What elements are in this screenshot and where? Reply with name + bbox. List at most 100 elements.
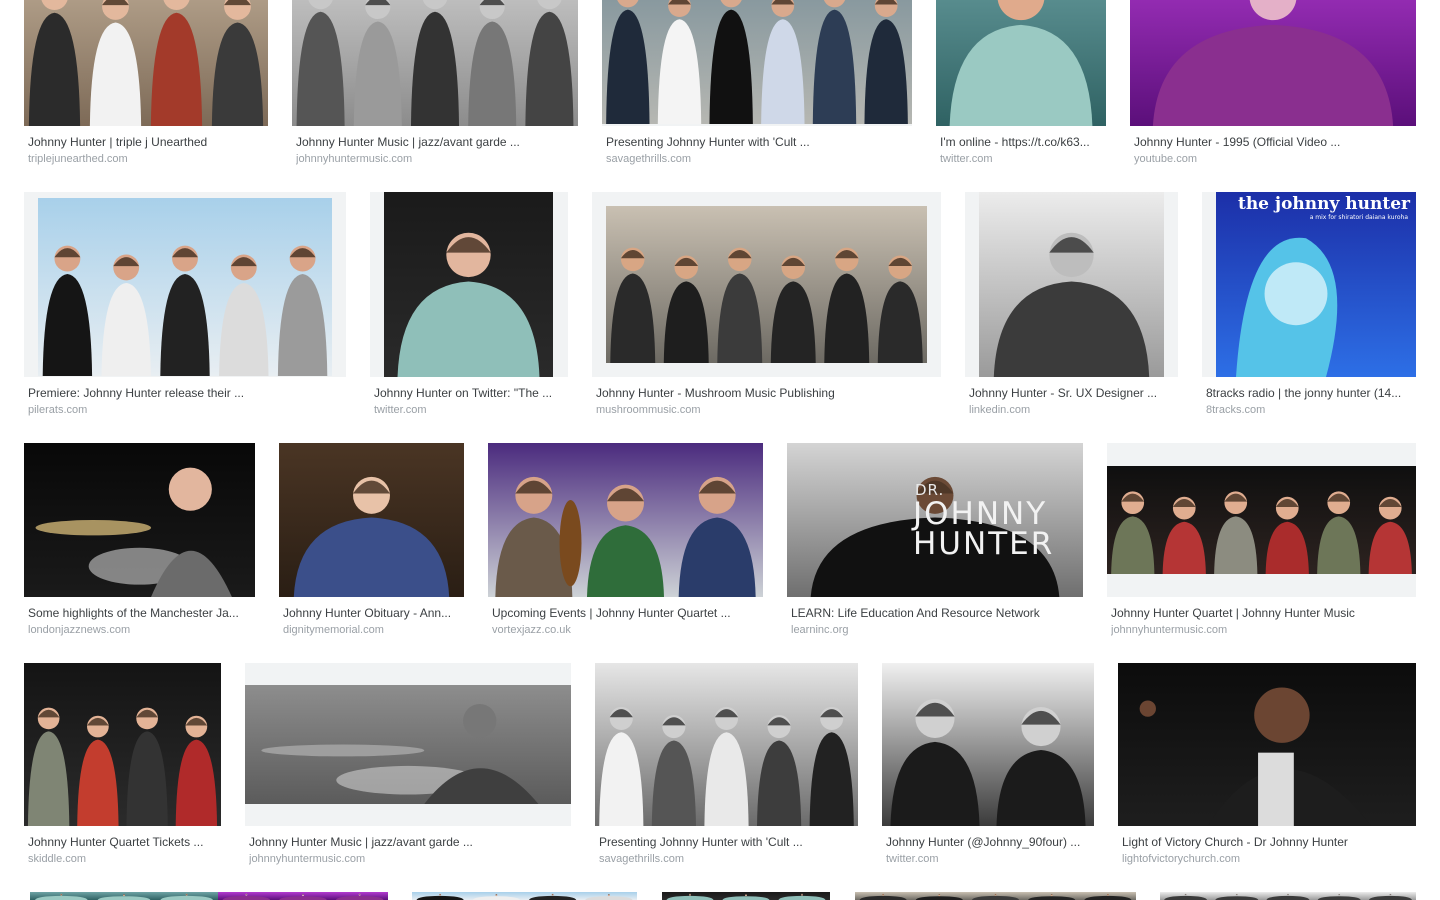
result-title-link[interactable]: Johnny Hunter Obituary - Ann...: [283, 605, 460, 621]
thumbnail-image[interactable]: [24, 443, 255, 597]
thumbnail-image[interactable]: the johnny hunter a mix for shiratori dai…: [1216, 192, 1416, 377]
thumbnail-frame[interactable]: [24, 663, 221, 826]
thumbnail-image[interactable]: [488, 443, 763, 597]
image-result-tile[interactable]: Johnny Hunter - Sr. UX Designer ... linke…: [965, 192, 1178, 427]
thumbnail-image[interactable]: [1107, 466, 1416, 574]
result-source-domain[interactable]: pilerats.com: [28, 403, 342, 417]
thumbnail-frame[interactable]: [595, 663, 858, 826]
thumbnail-image[interactable]: [412, 892, 637, 900]
result-source-domain[interactable]: savagethrills.com: [606, 152, 908, 166]
result-source-domain[interactable]: skiddle.com: [28, 852, 217, 866]
result-title-link[interactable]: Johnny Hunter Quartet | Johnny Hunter Mu…: [1111, 605, 1412, 621]
thumbnail-frame[interactable]: [488, 443, 763, 597]
result-title-link[interactable]: 8tracks radio | the jonny hunter (14...: [1206, 385, 1412, 401]
image-result-tile[interactable]: Johnny Hunter - Mushroom Music Publishin…: [592, 192, 941, 427]
thumbnail-image[interactable]: [24, 663, 221, 826]
thumbnail-frame[interactable]: [24, 0, 268, 126]
thumbnail-frame[interactable]: [1118, 663, 1416, 826]
image-result-tile[interactable]: the johnny hunter a mix for shiratori dai…: [1202, 192, 1416, 427]
image-result-tile[interactable]: DR. JOHNNY HUNTER LEARN: Life Education And…: [787, 443, 1083, 647]
result-source-domain[interactable]: johnnyhuntermusic.com: [249, 852, 567, 866]
result-source-domain[interactable]: triplejunearthed.com: [28, 152, 264, 166]
thumbnail-image[interactable]: [218, 892, 388, 900]
image-result-tile[interactable]: Johnny Hunter - 1995 (Official Video ...…: [1130, 0, 1416, 176]
thumbnail-image[interactable]: [602, 0, 912, 124]
thumbnail-frame[interactable]: DR. JOHNNY HUNTER: [787, 443, 1083, 597]
image-result-tile[interactable]: Johnny Hunter Music | jazz/avant garde .…: [292, 0, 578, 176]
thumbnail-frame[interactable]: [592, 192, 941, 377]
result-source-domain[interactable]: twitter.com: [940, 152, 1102, 166]
result-title-link[interactable]: LEARN: Life Education And Resource Netwo…: [791, 605, 1079, 621]
result-title-link[interactable]: Johnny Hunter on Twitter: "The ...: [374, 385, 564, 401]
result-title-link[interactable]: Presenting Johnny Hunter with 'Cult ...: [606, 134, 908, 150]
thumbnail-image[interactable]: [595, 663, 858, 826]
image-result-tile[interactable]: [30, 892, 218, 900]
result-source-domain[interactable]: learninc.org: [791, 623, 1079, 637]
image-result-tile[interactable]: [218, 892, 388, 900]
thumbnail-frame[interactable]: [24, 192, 346, 377]
image-result-tile[interactable]: Johnny Hunter Quartet Tickets ... skiddle…: [24, 663, 221, 876]
thumbnail-image[interactable]: [662, 892, 830, 900]
thumbnail-frame[interactable]: [245, 663, 571, 826]
image-result-tile[interactable]: Premiere: Johnny Hunter release their ..…: [24, 192, 346, 427]
image-result-tile[interactable]: Presenting Johnny Hunter with 'Cult ... s…: [595, 663, 858, 876]
result-source-domain[interactable]: linkedin.com: [969, 403, 1174, 417]
image-result-tile[interactable]: Johnny Hunter on Twitter: "The ... twitte…: [370, 192, 568, 427]
result-source-domain[interactable]: vortexjazz.co.uk: [492, 623, 759, 637]
thumbnail-image[interactable]: DR. JOHNNY HUNTER: [787, 443, 1083, 597]
result-source-domain[interactable]: lightofvictorychurch.com: [1122, 852, 1412, 866]
thumbnail-image[interactable]: [245, 685, 571, 804]
thumbnail-image[interactable]: [38, 198, 332, 376]
thumbnail-frame[interactable]: the johnny hunter a mix for shiratori dai…: [1202, 192, 1416, 377]
thumbnail-frame[interactable]: [965, 192, 1178, 377]
thumbnail-frame[interactable]: [24, 443, 255, 597]
result-source-domain[interactable]: youtube.com: [1134, 152, 1412, 166]
image-result-tile[interactable]: [412, 892, 637, 900]
result-title-link[interactable]: Johnny Hunter (@Johnny_90four) ...: [886, 834, 1090, 850]
result-title-link[interactable]: Johnny Hunter | triple j Unearthed: [28, 134, 264, 150]
result-source-domain[interactable]: johnnyhuntermusic.com: [296, 152, 574, 166]
thumbnail-image[interactable]: [292, 0, 578, 126]
result-title-link[interactable]: Johnny Hunter Quartet Tickets ...: [28, 834, 217, 850]
thumbnail-image[interactable]: [606, 206, 927, 363]
thumbnail-frame[interactable]: [936, 0, 1106, 126]
result-title-link[interactable]: Premiere: Johnny Hunter release their ..…: [28, 385, 342, 401]
image-result-tile[interactable]: I'm online - https://t.co/k63... twitter.…: [936, 0, 1106, 176]
result-source-domain[interactable]: savagethrills.com: [599, 852, 854, 866]
result-title-link[interactable]: I'm online - https://t.co/k63...: [940, 134, 1102, 150]
result-source-domain[interactable]: mushroommusic.com: [596, 403, 937, 417]
result-source-domain[interactable]: londonjazznews.com: [28, 623, 251, 637]
thumbnail-frame[interactable]: [292, 0, 578, 126]
image-result-tile[interactable]: Johnny Hunter Quartet | Johnny Hunter Mu…: [1107, 443, 1416, 647]
thumbnail-image[interactable]: [24, 0, 268, 126]
result-source-domain[interactable]: twitter.com: [886, 852, 1090, 866]
image-result-tile[interactable]: Johnny Hunter (@Johnny_90four) ... twitte…: [882, 663, 1094, 876]
result-title-link[interactable]: Upcoming Events | Johnny Hunter Quartet …: [492, 605, 759, 621]
thumbnail-image[interactable]: [279, 443, 464, 597]
result-title-link[interactable]: Light of Victory Church - Dr Johnny Hunt…: [1122, 834, 1412, 850]
result-source-domain[interactable]: dignitymemorial.com: [283, 623, 460, 637]
thumbnail-image[interactable]: [30, 892, 218, 900]
image-result-tile[interactable]: Johnny Hunter Music | jazz/avant garde .…: [245, 663, 571, 876]
thumbnail-image[interactable]: [855, 892, 1136, 900]
thumbnail-image[interactable]: [979, 192, 1164, 377]
result-title-link[interactable]: Johnny Hunter Music | jazz/avant garde .…: [296, 134, 574, 150]
result-title-link[interactable]: Presenting Johnny Hunter with 'Cult ...: [599, 834, 854, 850]
thumbnail-image[interactable]: [384, 192, 553, 377]
thumbnail-frame[interactable]: [1107, 443, 1416, 597]
image-result-tile[interactable]: Some highlights of the Manchester Ja... l…: [24, 443, 255, 647]
thumbnail-image[interactable]: [1160, 892, 1416, 900]
image-result-tile[interactable]: Light of Victory Church - Dr Johnny Hunt…: [1118, 663, 1416, 876]
image-result-tile[interactable]: Johnny Hunter Obituary - Ann... dignityme…: [279, 443, 464, 647]
thumbnail-frame[interactable]: [602, 0, 912, 126]
image-result-tile[interactable]: [662, 892, 830, 900]
thumbnail-image[interactable]: [1118, 663, 1416, 826]
result-title-link[interactable]: Some highlights of the Manchester Ja...: [28, 605, 251, 621]
image-result-tile[interactable]: [1160, 892, 1416, 900]
result-title-link[interactable]: Johnny Hunter - Sr. UX Designer ...: [969, 385, 1174, 401]
thumbnail-image[interactable]: [936, 0, 1106, 126]
result-title-link[interactable]: Johnny Hunter - 1995 (Official Video ...: [1134, 134, 1412, 150]
image-result-tile[interactable]: Johnny Hunter | triple j Unearthed triple…: [24, 0, 268, 176]
result-source-domain[interactable]: 8tracks.com: [1206, 403, 1412, 417]
thumbnail-frame[interactable]: [882, 663, 1094, 826]
